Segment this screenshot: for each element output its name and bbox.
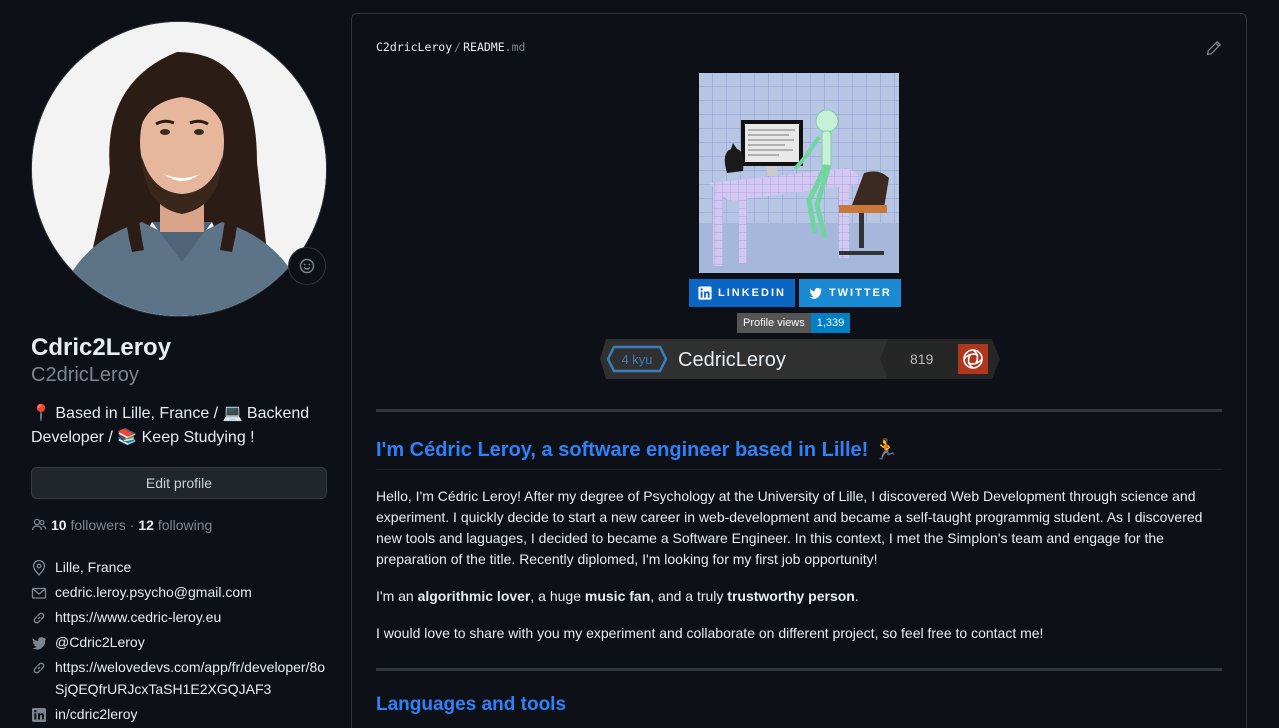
- followers-link[interactable]: 10 followers: [51, 516, 126, 534]
- detail-email-link[interactable]: cedric.leroy.psycho@gmail.com: [55, 581, 252, 603]
- readme-file-ext: .md: [504, 40, 526, 54]
- following-count: 12: [138, 517, 154, 533]
- edit-pencil-icon[interactable]: [1206, 40, 1222, 56]
- readme-hero-image: [699, 73, 899, 273]
- following-label: following: [157, 517, 213, 533]
- readme-divider-1: [376, 409, 1222, 412]
- followers-label: followers: [70, 517, 126, 533]
- trait-trustworthy: trustworthy person: [727, 588, 855, 604]
- traits-text-2: , a huge: [530, 588, 585, 604]
- social-badges: LINKEDIN TWITTER: [689, 279, 901, 307]
- codewars-badge[interactable]: 4 kyu CedricLeroy 819: [600, 339, 1000, 379]
- trait-music: music fan: [584, 588, 651, 604]
- profile-views-badge: Profile views 1,339: [737, 313, 851, 333]
- link-icon: [33, 612, 45, 624]
- readme-slash: /: [454, 40, 462, 54]
- mail-icon: [31, 587, 47, 599]
- detail-linkedin: in/cdric2leroy: [31, 703, 327, 725]
- people-icon: [31, 518, 47, 531]
- readme-breadcrumb: C2dricLeroy / README.md: [376, 40, 525, 54]
- link-icon: [33, 662, 45, 674]
- heading-underline: [376, 469, 1222, 470]
- location-icon: [32, 560, 46, 576]
- skeleton-computer-illustration: [699, 73, 899, 273]
- avatar-container: [31, 21, 327, 317]
- traits-text-3: , and a truly: [650, 588, 728, 604]
- readme-repo-link[interactable]: C2dricLeroy: [376, 40, 452, 54]
- detail-twitter-link[interactable]: @Cdric2Leroy: [55, 631, 145, 653]
- smiley-icon: [299, 258, 315, 274]
- follow-stats: 10 followers · 12 following: [31, 516, 212, 534]
- detail-linkedin-link[interactable]: in/cdric2leroy: [55, 703, 137, 725]
- set-status-button[interactable]: [288, 247, 326, 285]
- profile-display-name: Cdric2Leroy: [31, 334, 172, 361]
- detail-website: https://www.cedric-leroy.eu: [31, 606, 327, 628]
- codewars-honor: 819: [910, 351, 934, 367]
- readme-traits-paragraph: I'm an algorithmic lover, a huge music f…: [376, 586, 1222, 607]
- twitter-badge-label: TWITTER: [828, 287, 892, 299]
- traits-text-1: I'm an: [376, 588, 418, 604]
- linkedin-badge[interactable]: LINKEDIN: [689, 279, 795, 307]
- profile-readme-card: C2dricLeroy / README.md LINKEDIN TWITTER…: [351, 13, 1247, 728]
- detail-location: Lille, France: [31, 556, 327, 578]
- edit-profile-button[interactable]: Edit profile: [31, 467, 327, 499]
- profile-username: C2dricLeroy: [31, 364, 139, 386]
- linkedin-icon: [698, 286, 712, 300]
- profile-views-label: Profile views: [737, 313, 811, 333]
- linkedin-icon: [32, 708, 46, 722]
- follow-separator: ·: [129, 517, 135, 533]
- twitter-icon: [32, 637, 46, 650]
- detail-welovedevs: https://welovedevs.com/app/fr/developer/…: [31, 656, 327, 700]
- readme-intro-paragraph: Hello, I'm Cédric Leroy! After my degree…: [376, 488, 1203, 567]
- detail-location-text: Lille, France: [55, 559, 132, 575]
- traits-text-4: .: [854, 588, 859, 604]
- readme-contact-paragraph: I would love to share with you my experi…: [376, 625, 1044, 641]
- detail-twitter: @Cdric2Leroy: [31, 631, 327, 653]
- readme-divider-2: [376, 668, 1222, 671]
- following-link[interactable]: 12 following: [138, 516, 212, 534]
- readme-heading-languages: Languages and tools: [376, 694, 567, 715]
- codewars-rank: 4 kyu: [621, 352, 652, 367]
- codewars-username: CedricLeroy: [678, 349, 786, 371]
- trait-algorithmic: algorithmic lover: [417, 588, 531, 604]
- twitter-bird-icon: [809, 287, 822, 299]
- profile-bio: 📍 Based in Lille, France / 💻 Backend Dev…: [31, 405, 310, 446]
- codewars-logo-icon: [958, 344, 988, 374]
- profile-details-list: Lille, France cedric.leroy.psycho@gmail.…: [31, 556, 327, 728]
- twitter-badge[interactable]: TWITTER: [798, 279, 901, 307]
- readme-file-name: README: [463, 40, 505, 54]
- avatar[interactable]: [31, 21, 327, 317]
- detail-website-link[interactable]: https://www.cedric-leroy.eu: [55, 606, 221, 628]
- detail-welovedevs-link[interactable]: https://welovedevs.com/app/fr/developer/…: [55, 656, 327, 700]
- avatar-photo: [32, 22, 326, 316]
- readme-heading-intro: I'm Cédric Leroy, a software engineer ba…: [376, 439, 899, 461]
- detail-email: cedric.leroy.psycho@gmail.com: [31, 581, 327, 603]
- followers-count: 10: [51, 517, 67, 533]
- profile-views-count: 1,339: [810, 313, 851, 333]
- linkedin-badge-label: LINKEDIN: [718, 287, 786, 299]
